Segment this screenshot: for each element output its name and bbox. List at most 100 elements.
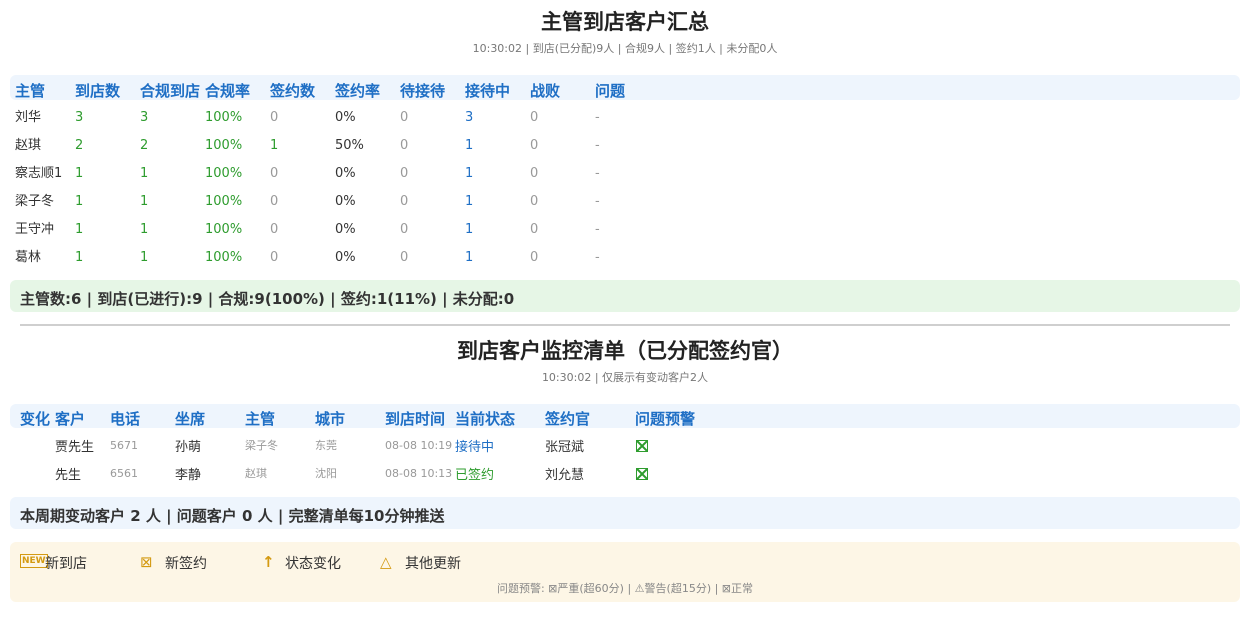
summary-stats-bar: 主管数:6 | 到店(已进行):9 | 合规:9(100%) | 签约:1(11…	[10, 280, 1240, 312]
cell-compliant: 1	[140, 166, 149, 181]
summary-stats-text: 主管数:6 | 到店(已进行):9 | 合规:9(100%) | 签约:1(11…	[20, 290, 515, 308]
monitor-summary-bar: 本周期变动客户 2 人 | 问题客户 0 人 | 完整清单每10分钟推送	[10, 497, 1240, 529]
cell-lost: 0	[530, 166, 539, 181]
col-header-waiting: 待接待	[400, 82, 446, 100]
col-header-warning: 问题预警	[635, 410, 696, 428]
cell-compliance-rate: 100%	[205, 222, 243, 237]
monitor-subtitle: 10:30:02 | 仅展示有变动客户2人	[541, 371, 709, 384]
col-header-manager: 主管	[15, 82, 46, 100]
col-header-sign-rate: 签约率	[335, 82, 381, 100]
table-row: 葛林 1 1 100% 0 0% 0 1 0 -	[0, 244, 1250, 272]
cell-manager: 梁子冬	[15, 194, 55, 209]
col-header-agent: 坐席	[175, 410, 206, 428]
cell-status: 接待中	[455, 440, 495, 455]
legend-label-new-arrival: 新到店	[45, 556, 87, 572]
table-row: 刘华 3 3 100% 0 0% 0 3 0 -	[0, 104, 1250, 132]
table-row: 察志顺1 1 1 100% 0 0% 0 1 0 -	[0, 160, 1250, 188]
cell-arrivals: 1	[75, 222, 84, 237]
cell-issues: -	[595, 138, 600, 153]
col-header-phone: 电话	[110, 410, 141, 428]
legend-label-other-update: 其他更新	[405, 556, 461, 572]
cell-waiting: 0	[400, 110, 409, 125]
cell-arrivals: 1	[75, 166, 84, 181]
cell-arrivals: 1	[75, 194, 84, 209]
col-header-signed: 签约数	[270, 82, 316, 100]
cell-sign-rate: 0%	[335, 250, 356, 265]
cell-manager: 察志顺1	[15, 166, 63, 181]
warning-normal-icon	[636, 434, 648, 462]
col-header-in-reception: 接待中	[465, 82, 511, 100]
cell-waiting: 0	[400, 250, 409, 265]
cell-manager: 赵琪	[15, 138, 42, 153]
legend-label-new-signing: 新签约	[165, 556, 207, 572]
cell-compliance-rate: 100%	[205, 110, 243, 125]
cell-phone: 5671	[110, 439, 138, 452]
col-header-arrival-time: 到店时间	[385, 410, 446, 428]
cell-lost: 0	[530, 250, 539, 265]
cell-status: 已签约	[455, 468, 495, 483]
cell-city: 沈阳	[315, 467, 337, 480]
cell-issues: -	[595, 166, 600, 181]
cell-in-reception: 1	[465, 194, 474, 209]
col-header-lost: 战败	[530, 82, 561, 100]
cell-arrivals: 2	[75, 138, 84, 153]
col-header-arrivals: 到店数	[75, 82, 121, 100]
warning-normal-icon	[636, 462, 648, 490]
cell-in-reception: 3	[465, 110, 474, 125]
cell-sign-rate: 0%	[335, 110, 356, 125]
summary-title: 主管到店客户汇总	[541, 10, 709, 34]
cell-waiting: 0	[400, 138, 409, 153]
cell-compliant: 1	[140, 250, 149, 265]
cell-lost: 0	[530, 194, 539, 209]
cell-compliance-rate: 100%	[205, 194, 243, 209]
cell-officer: 刘允慧	[545, 468, 585, 483]
legend-label-status-change: 状态变化	[285, 556, 341, 572]
cell-manager: 赵琪	[245, 467, 267, 480]
summary-table-header: 主管 到店数 合规到店 合规率 签约数 签约率 待接待 接待中 战败 问题	[10, 75, 1240, 100]
cell-customer: 先生	[55, 468, 82, 483]
arrow-up-icon: ↑	[262, 553, 275, 571]
monitor-table-header: 变化 客户 电话 坐席 主管 城市 到店时间 当前状态 签约官 问题预警	[10, 404, 1240, 428]
cell-sign-rate: 0%	[335, 194, 356, 209]
cell-in-reception: 1	[465, 250, 474, 265]
table-row: 贾先生 5671 孙萌 梁子冬 东莞 08-08 10:19 接待中 张冠斌	[0, 434, 1250, 462]
monitor-title: 到店客户监控清单（已分配签约官）	[457, 339, 793, 363]
cell-compliant: 3	[140, 110, 149, 125]
cell-manager: 王守冲	[15, 222, 55, 237]
cell-arrivals: 1	[75, 250, 84, 265]
table-row: 王守冲 1 1 100% 0 0% 0 1 0 -	[0, 216, 1250, 244]
new-icon: NEW	[20, 554, 48, 568]
cell-waiting: 0	[400, 194, 409, 209]
col-header-customer: 客户	[55, 410, 86, 428]
cell-issues: -	[595, 250, 600, 265]
col-header-city: 城市	[315, 410, 346, 428]
cell-arrivals: 3	[75, 110, 84, 125]
cell-officer: 张冠斌	[545, 440, 585, 455]
col-header-officer: 签约官	[545, 410, 591, 428]
cell-signed: 0	[270, 222, 279, 237]
cell-signed: 0	[270, 110, 279, 125]
triangle-icon: △	[380, 553, 392, 571]
cell-agent: 李静	[175, 468, 202, 483]
cell-compliant: 2	[140, 138, 149, 153]
cell-signed: 0	[270, 194, 279, 209]
cell-signed: 0	[270, 250, 279, 265]
cell-issues: -	[595, 194, 600, 209]
cell-issues: -	[595, 222, 600, 237]
box-x-icon: ⊠	[140, 553, 153, 571]
monitor-summary-text: 本周期变动客户 2 人 | 问题客户 0 人 | 完整清单每10分钟推送	[20, 507, 445, 525]
cell-compliance-rate: 100%	[205, 138, 243, 153]
cell-in-reception: 1	[465, 138, 474, 153]
cell-in-reception: 1	[465, 222, 474, 237]
cell-lost: 0	[530, 138, 539, 153]
cell-lost: 0	[530, 110, 539, 125]
cell-agent: 孙萌	[175, 440, 202, 455]
legend-warning-note: 问题预警: ⊠严重(超60分) | ⚠警告(超15分) | ⊠正常	[496, 582, 754, 595]
cell-phone: 6561	[110, 467, 138, 480]
summary-subtitle: 10:30:02 | 到店(已分配)9人 | 合规9人 | 签约1人 | 未分配…	[472, 42, 778, 55]
cell-customer: 贾先生	[55, 440, 95, 455]
cell-sign-rate: 0%	[335, 222, 356, 237]
cell-in-reception: 1	[465, 166, 474, 181]
legend-panel: NEW 新到店 ⊠ 新签约 ↑ 状态变化 △ 其他更新 问题预警: ⊠严重(超6…	[10, 542, 1240, 602]
col-header-manager: 主管	[245, 410, 276, 428]
